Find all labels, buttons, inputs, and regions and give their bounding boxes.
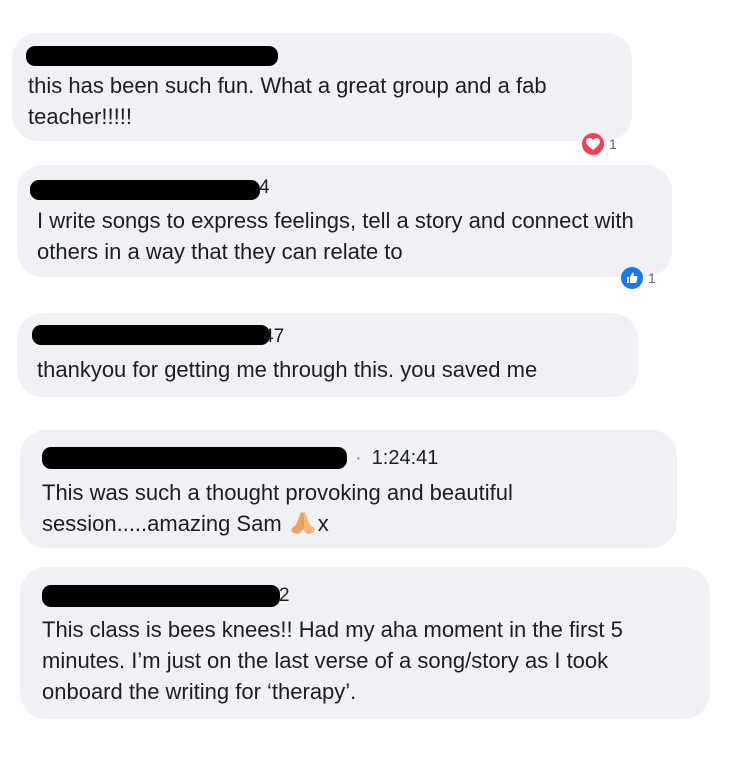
heart-reaction-icon [582,133,604,155]
comment-text: This class is bees knees!! Had my aha mo… [42,617,623,704]
redacted-author-name [42,585,280,607]
separator-dot: · [355,447,362,469]
comment-text: This was such a thought provoking and be… [42,477,642,539]
redacted-author-name [42,447,347,469]
reaction-summary[interactable]: 1 [621,267,656,289]
redacted-author-name [30,180,260,200]
redacted-author-name [32,325,270,345]
redacted-author-name [26,46,278,66]
comment-text: this has been such fun. What a great gro… [28,73,547,129]
comment-text: I write songs to express feelings, tell … [37,208,634,264]
comment-text-end: x [317,511,329,536]
comment-meta-tail: 4 [259,177,270,198]
folded-hands-icon [290,511,316,535]
comment-text: thankyou for getting me through this. yo… [37,357,538,382]
like-reaction-icon [621,267,643,289]
comment-meta-tail: 2 [279,585,290,606]
reaction-count: 1 [609,136,617,152]
reaction-summary[interactable]: 1 [582,133,617,155]
comment-timestamp: · 1:24:41 [355,447,438,470]
comment-text-main: This was such a thought provoking and be… [42,480,513,536]
timestamp-text: 1:24:41 [371,447,439,469]
comment-meta-tail: 47 [263,326,285,347]
reaction-count: 1 [648,270,656,286]
